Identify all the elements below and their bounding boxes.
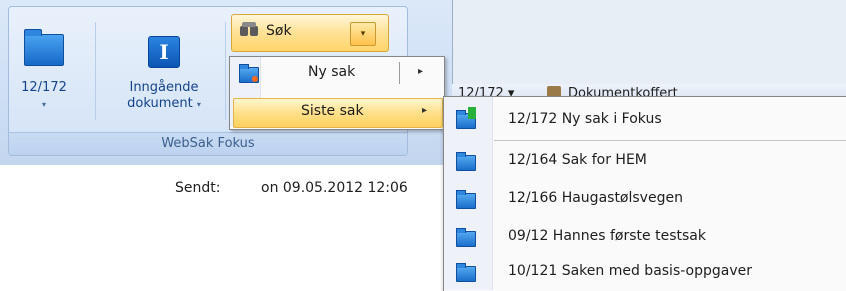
menu-item-label: Ny sak	[308, 64, 356, 80]
folder-icon	[456, 152, 476, 171]
menu-item-recent-case[interactable]: Siste sak ▸	[233, 98, 443, 128]
submenu-item[interactable]: 09/12 Hannes første testsak	[446, 222, 844, 252]
chevron-down-icon: ▾	[360, 29, 366, 39]
submenu-arrow-icon: ▸	[422, 105, 428, 116]
search-label: Søk	[266, 23, 292, 39]
incoming-document-label-2-text: dokument	[127, 96, 193, 111]
sent-label: Sendt:	[175, 180, 221, 196]
folder-icon	[456, 190, 476, 209]
incoming-document-label-1: Inngående	[129, 80, 199, 95]
incoming-document-label-2: dokument ▾	[102, 96, 226, 113]
current-case-label: 12/172	[21, 80, 67, 95]
submenu-divider	[494, 140, 846, 141]
submenu-item[interactable]: 10/121 Saken med basis-oppgaver	[446, 258, 844, 288]
sent-value: on 09.05.2012 12:06	[261, 180, 408, 196]
submenu-item[interactable]: 12/164 Sak for HEM	[446, 146, 844, 176]
submenu-item[interactable]: 12/166 Haugastølsvegen	[446, 184, 844, 214]
menu-item-new-case[interactable]: Ny sak ▸	[232, 60, 440, 86]
download-arrow-icon	[468, 107, 476, 119]
ribbon-separator	[225, 22, 226, 120]
menu-item-label: Siste sak	[301, 103, 364, 119]
info-icon: I	[148, 36, 180, 68]
submenu-item-label: 12/166 Haugastølsvegen	[508, 190, 683, 206]
search-dropdown[interactable]: ▾	[350, 22, 376, 46]
folder-icon	[24, 29, 64, 66]
binoculars-icon	[240, 22, 260, 38]
submenu-item-label: 10/121 Saken med basis-oppgaver	[508, 263, 753, 279]
ribbon-group-label: WebSak Fokus	[9, 132, 407, 155]
submenu-item-label: 09/12 Hannes første testsak	[508, 228, 706, 244]
chevron-down-icon: ▾	[196, 100, 201, 109]
folder-icon	[456, 263, 476, 282]
submenu-item-label: 12/164 Sak for HEM	[508, 152, 647, 168]
submenu-arrow-icon: ▸	[418, 66, 424, 77]
star-badge-icon	[252, 76, 258, 82]
ribbon-separator	[95, 22, 96, 120]
current-case-button[interactable]: 12/172 ▾	[12, 14, 76, 126]
incoming-document-button[interactable]: I Inngående dokument ▾	[102, 14, 226, 126]
split-separator	[399, 62, 400, 84]
submenu-item[interactable]: 12/172 Ny sak i Fokus	[446, 104, 844, 134]
chevron-down-icon: ▾	[41, 100, 46, 109]
folder-icon	[456, 228, 476, 247]
submenu-item-label: 12/172 Ny sak i Fokus	[508, 111, 662, 127]
